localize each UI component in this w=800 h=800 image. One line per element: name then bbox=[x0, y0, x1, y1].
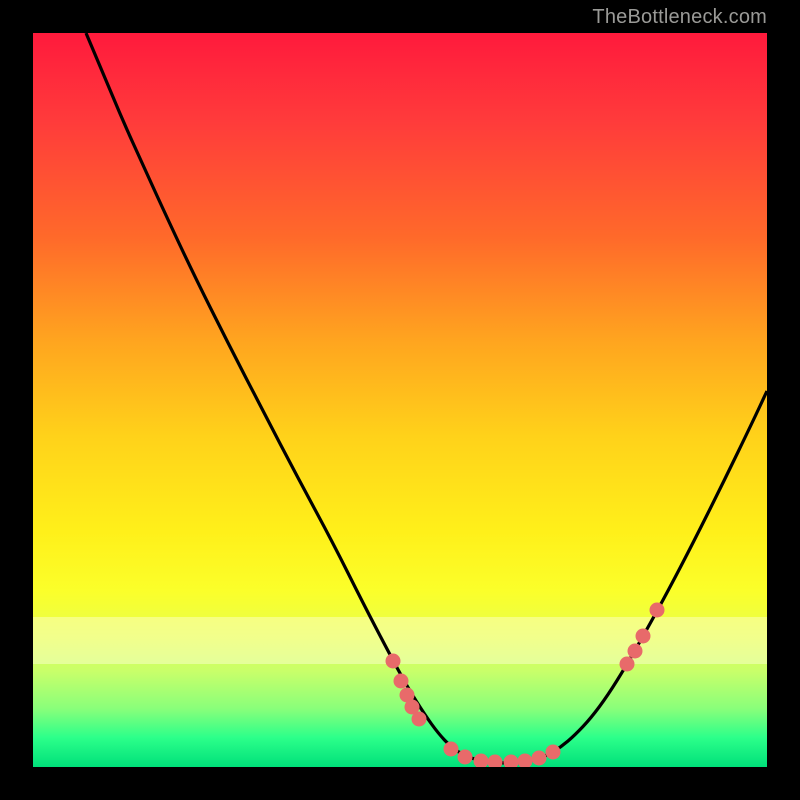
data-point bbox=[620, 657, 635, 672]
data-point bbox=[628, 644, 643, 659]
data-point bbox=[546, 745, 561, 760]
data-points bbox=[386, 603, 665, 768]
data-point bbox=[650, 603, 665, 618]
data-point bbox=[474, 754, 489, 768]
curve-layer bbox=[33, 33, 767, 767]
data-point bbox=[636, 629, 651, 644]
data-point bbox=[444, 742, 459, 757]
data-point bbox=[458, 750, 473, 765]
plot-area bbox=[33, 33, 767, 767]
data-point bbox=[488, 755, 503, 768]
bottleneck-curve bbox=[86, 33, 767, 763]
data-point bbox=[412, 712, 427, 727]
data-point bbox=[532, 751, 547, 766]
watermark-text: TheBottleneck.com bbox=[592, 6, 767, 29]
chart-frame: TheBottleneck.com bbox=[0, 0, 800, 800]
data-point bbox=[394, 674, 409, 689]
data-point bbox=[504, 755, 519, 768]
data-point bbox=[386, 654, 401, 669]
data-point bbox=[518, 754, 533, 768]
